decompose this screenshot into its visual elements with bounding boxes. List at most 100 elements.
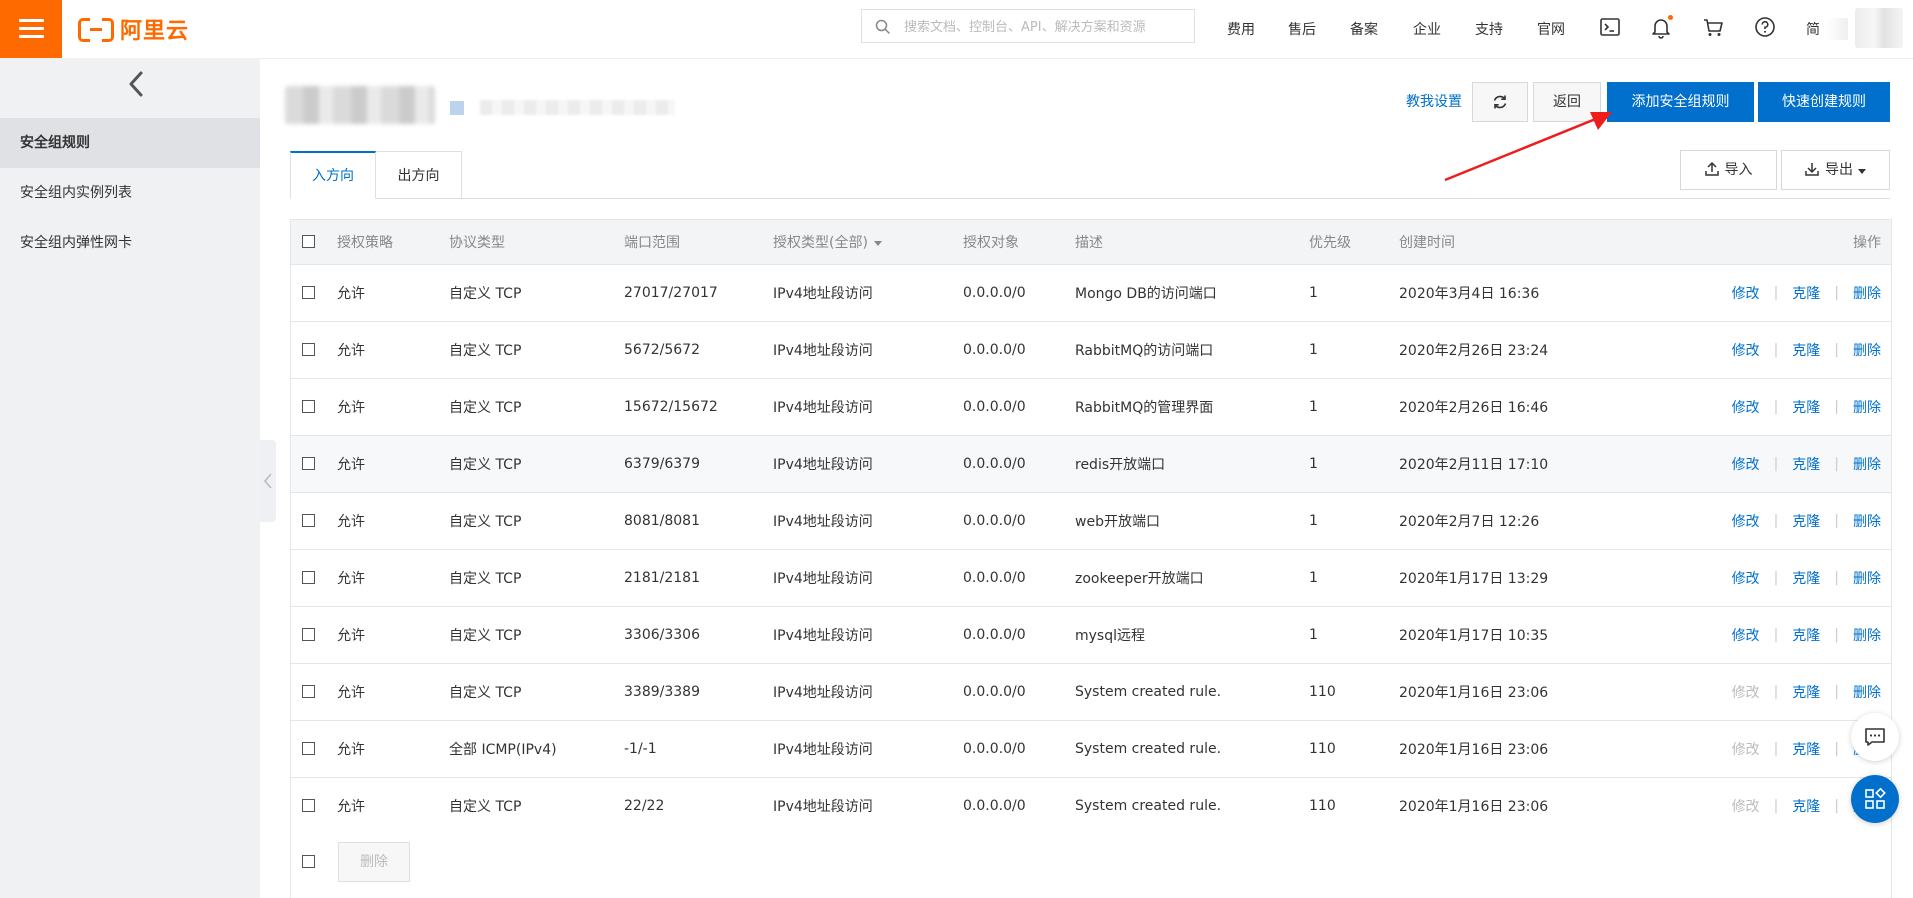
tab-outbound[interactable]: 出方向 <box>376 151 462 199</box>
sidebar-collapse-handle[interactable] <box>260 440 276 522</box>
cell-policy: 允许 <box>337 400 365 416</box>
col-policy: 授权策略 <box>337 235 393 251</box>
cell-policy: 允许 <box>337 628 365 644</box>
action-divider: | <box>1773 513 1779 529</box>
edit-link[interactable]: 修改 <box>1732 454 1760 474</box>
clone-link[interactable]: 克隆 <box>1792 511 1820 531</box>
cell-desc: zookeeper开放端口 <box>1075 571 1204 587</box>
apps-button[interactable] <box>1851 775 1899 823</box>
clone-link[interactable]: 克隆 <box>1792 568 1820 588</box>
nav-fees[interactable]: 费用 <box>1227 19 1255 39</box>
chevron-left-small-icon <box>264 473 272 489</box>
edit-link[interactable]: 修改 <box>1732 397 1760 417</box>
edit-link[interactable]: 修改 <box>1732 625 1760 645</box>
chevron-left-icon[interactable] <box>128 71 144 97</box>
terminal-icon[interactable] <box>1597 14 1623 40</box>
hamburger-icon <box>19 19 44 22</box>
cart-icon[interactable] <box>1700 14 1726 40</box>
edit-link[interactable]: 修改 <box>1732 340 1760 360</box>
clone-link[interactable]: 克隆 <box>1792 625 1820 645</box>
avatar[interactable] <box>1855 8 1903 48</box>
cell-auth-type: IPv4地址段访问 <box>773 685 873 701</box>
row-checkbox[interactable] <box>302 571 315 584</box>
col-created: 创建时间 <box>1399 235 1455 251</box>
edit-link[interactable]: 修改 <box>1732 796 1760 816</box>
tab-inbound[interactable]: 入方向 <box>290 151 376 199</box>
action-divider: | <box>1834 798 1839 814</box>
cell-priority: 110 <box>1309 741 1336 757</box>
bell-icon[interactable] <box>1648 14 1674 40</box>
clone-link[interactable]: 克隆 <box>1792 796 1820 816</box>
cell-target: 0.0.0.0/0 <box>963 741 1026 757</box>
search-input[interactable] <box>902 10 1191 44</box>
col-auth-type-filter[interactable]: 授权类型(全部) <box>773 220 882 264</box>
cell-ports: 5672/5672 <box>624 342 700 358</box>
import-button[interactable]: 导入 <box>1680 150 1777 190</box>
edit-link[interactable]: 修改 <box>1732 682 1760 702</box>
table-row: 允许 全部 ICMP(IPv4) -1/-1 IPv4地址段访问 0.0.0.0/0 Sy… <box>291 721 1891 778</box>
clone-link[interactable]: 克隆 <box>1792 397 1820 417</box>
clone-link[interactable]: 克隆 <box>1792 283 1820 303</box>
delete-link[interactable]: 删除 <box>1853 625 1881 645</box>
action-divider: | <box>1834 627 1839 643</box>
export-button[interactable]: 导出 <box>1781 150 1890 190</box>
row-checkbox[interactable] <box>302 400 315 413</box>
delete-link[interactable]: 删除 <box>1853 568 1881 588</box>
nav-support[interactable]: 支持 <box>1475 19 1503 39</box>
bulk-delete-button[interactable]: 删除 <box>338 842 410 882</box>
cell-policy: 允许 <box>337 343 365 359</box>
edit-link[interactable]: 修改 <box>1732 568 1760 588</box>
select-all-checkbox[interactable] <box>302 235 315 248</box>
delete-link[interactable]: 删除 <box>1853 397 1881 417</box>
help-icon[interactable] <box>1752 14 1778 40</box>
action-divider: | <box>1834 342 1839 358</box>
add-rule-button[interactable]: 添加安全组规则 <box>1607 82 1754 122</box>
sidebar-item-enis[interactable]: 安全组内弹性网卡 <box>0 218 260 268</box>
delete-link[interactable]: 删除 <box>1853 454 1881 474</box>
delete-link[interactable]: 删除 <box>1853 283 1881 303</box>
apps-grid-icon <box>1865 787 1886 809</box>
menu-button[interactable] <box>0 0 62 58</box>
edit-link[interactable]: 修改 <box>1732 511 1760 531</box>
sidebar-item-instances[interactable]: 安全组内实例列表 <box>0 168 260 218</box>
cell-protocol: 自定义 TCP <box>449 799 522 815</box>
chat-button[interactable] <box>1851 713 1899 761</box>
row-checkbox[interactable] <box>302 457 315 470</box>
row-checkbox[interactable] <box>302 685 315 698</box>
row-checkbox[interactable] <box>302 514 315 527</box>
logo-text: 阿里云 <box>120 19 190 44</box>
clone-link[interactable]: 克隆 <box>1792 739 1820 759</box>
row-checkbox[interactable] <box>302 343 315 356</box>
action-divider: | <box>1834 456 1839 472</box>
row-checkbox[interactable] <box>302 799 315 812</box>
cell-auth-type: IPv4地址段访问 <box>773 343 873 359</box>
nav-enterprise[interactable]: 企业 <box>1413 19 1441 39</box>
table-row: 允许 自定义 TCP 6379/6379 IPv4地址段访问 0.0.0.0/0 redi… <box>291 436 1891 493</box>
clone-link[interactable]: 克隆 <box>1792 340 1820 360</box>
logo[interactable]: 阿里云 <box>78 14 189 44</box>
cell-ports: 3389/3389 <box>624 684 700 700</box>
footer-select-all-checkbox[interactable] <box>302 855 315 868</box>
row-checkbox[interactable] <box>302 286 315 299</box>
quick-create-button[interactable]: 快速创建规则 <box>1758 82 1890 122</box>
nav-official-site[interactable]: 官网 <box>1537 19 1565 39</box>
edit-link[interactable]: 修改 <box>1732 283 1760 303</box>
nav-after-sales[interactable]: 售后 <box>1288 19 1316 39</box>
nav-icp[interactable]: 备案 <box>1350 19 1378 39</box>
delete-link[interactable]: 删除 <box>1853 511 1881 531</box>
cell-created: 2020年2月11日 17:10 <box>1399 457 1549 473</box>
delete-link[interactable]: 删除 <box>1853 340 1881 360</box>
delete-link[interactable]: 删除 <box>1853 682 1881 702</box>
row-checkbox[interactable] <box>302 742 315 755</box>
cell-priority: 1 <box>1309 456 1318 472</box>
caret-down-icon <box>1858 169 1866 174</box>
cell-protocol: 自定义 TCP <box>449 685 522 701</box>
clone-link[interactable]: 克隆 <box>1792 682 1820 702</box>
row-checkbox[interactable] <box>302 628 315 641</box>
sidebar-item-rules[interactable]: 安全组规则 <box>0 118 260 168</box>
edit-link[interactable]: 修改 <box>1732 739 1760 759</box>
search-box[interactable] <box>861 9 1195 44</box>
row-actions: 修改 | 克隆 | 删除 <box>1732 607 1881 663</box>
table-row: 允许 自定义 TCP 3306/3306 IPv4地址段访问 0.0.0.0/0 mysq… <box>291 607 1891 664</box>
clone-link[interactable]: 克隆 <box>1792 454 1820 474</box>
